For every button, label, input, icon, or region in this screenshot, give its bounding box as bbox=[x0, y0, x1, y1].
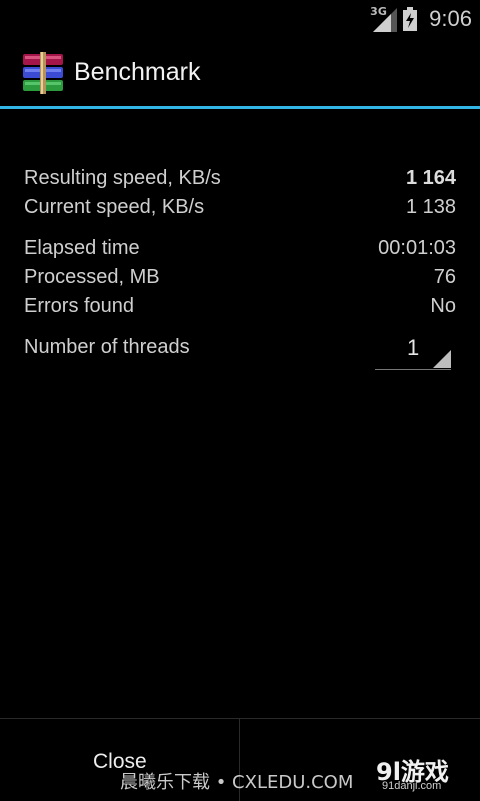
threads-value: 1 bbox=[407, 335, 420, 360]
stat-value: 00:01:03 bbox=[378, 237, 456, 259]
stat-row-current-speed: Current speed, KB/s 1 138 bbox=[24, 196, 456, 219]
winrar-books-icon[interactable] bbox=[22, 52, 64, 94]
stat-label: Errors found bbox=[24, 295, 135, 317]
threads-label: Number of threads bbox=[24, 336, 190, 358]
stat-label: Elapsed time bbox=[24, 237, 140, 259]
stat-row-resulting-speed: Resulting speed, KB/s 1 164 bbox=[24, 167, 456, 190]
clock: 9:06 bbox=[429, 6, 472, 31]
stat-row-processed: Processed, MB 76 bbox=[24, 266, 456, 289]
stat-value: No bbox=[430, 295, 456, 317]
stat-value: 1 164 bbox=[405, 167, 456, 189]
signal-icon: 3G bbox=[370, 5, 398, 32]
battery-icon bbox=[403, 7, 418, 31]
stat-row-errors: Errors found No bbox=[24, 295, 456, 318]
stat-row-elapsed-time: Elapsed time 00:01:03 bbox=[24, 237, 456, 260]
page-title: Benchmark bbox=[74, 58, 201, 86]
watermark-brand-url: 91danji.com bbox=[382, 780, 442, 792]
watermark-cxledu: 晨曦乐下载 • CXLEDU.COM bbox=[120, 772, 354, 793]
status-icons: 3G 9:06 bbox=[370, 4, 472, 34]
stat-label: Resulting speed, KB/s bbox=[24, 167, 221, 189]
action-bar: Benchmark bbox=[0, 38, 480, 109]
stat-label: Current speed, KB/s bbox=[24, 196, 205, 218]
status-bar: 3G 9:06 bbox=[0, 0, 480, 38]
network-type: 3G bbox=[370, 5, 387, 18]
stat-label: Processed, MB bbox=[24, 266, 160, 288]
stat-value: 76 bbox=[433, 266, 456, 288]
threads-spinner[interactable]: 1 bbox=[375, 333, 451, 370]
spinner-corner-icon bbox=[433, 350, 451, 368]
stat-value: 1 138 bbox=[405, 196, 456, 218]
